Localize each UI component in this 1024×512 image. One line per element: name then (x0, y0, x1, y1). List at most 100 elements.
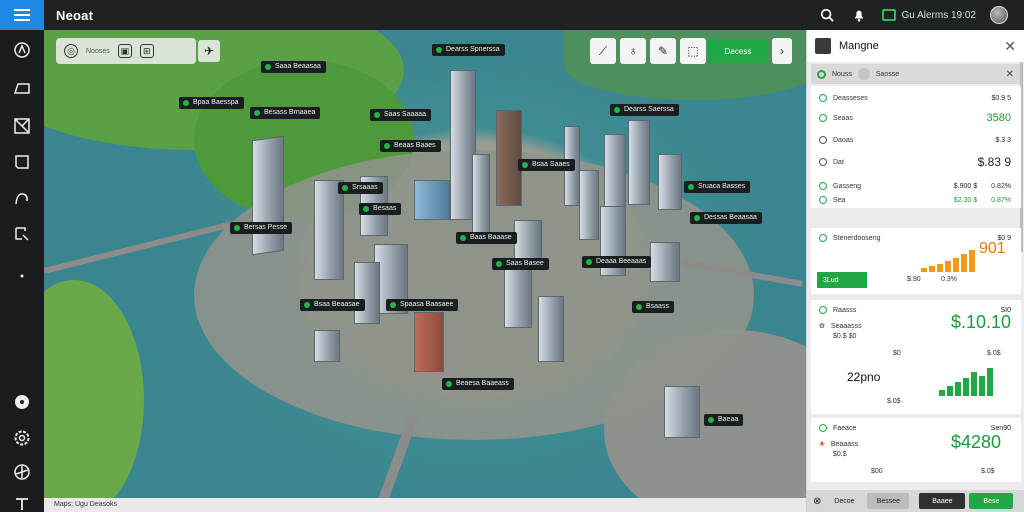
map-label[interactable]: Bsaa Beaasae (300, 299, 365, 311)
bottom-button[interactable]: Bessee (867, 493, 910, 509)
hamburger-menu-icon[interactable] (0, 0, 44, 30)
close-icon[interactable]: ✕ (1004, 38, 1016, 55)
measure-tool-icon[interactable]: ⟋ (590, 38, 616, 64)
compass-icon[interactable] (10, 38, 34, 62)
totals-label: Gasseng (833, 182, 862, 190)
layers-icon[interactable] (10, 76, 34, 100)
app-window: Neoat Gu Alerms 19:02 Dearss Spnerssa Sa… (0, 0, 1024, 512)
network-status-icon[interactable]: ⊗ (813, 496, 821, 507)
tower (414, 312, 444, 372)
metric-card-1: Raasss SI0 ✿ Seaaasss $0.$ $0 $.10.10 $0 $… (811, 300, 1021, 414)
map-primary-button[interactable]: Decess (708, 39, 768, 63)
clear-filter-icon[interactable]: ✕ (1006, 69, 1014, 80)
filter-status-icon (817, 69, 826, 79)
trend-bar (961, 254, 967, 272)
map-label[interactable]: Baeaa (704, 414, 744, 426)
tower (604, 134, 626, 214)
summary-value: $.3 3 (995, 136, 1011, 144)
metric-card-2: Faeace Sen90 ❀ Beaaass $0.$ $4280 $00 $.0$ (811, 418, 1021, 482)
map-label[interactable]: Bsaa Saaes (518, 159, 575, 171)
map-label[interactable]: Beaesa Baaeass (442, 378, 514, 390)
trend-small-b: 0.3% (941, 276, 957, 283)
panel-filter-row[interactable]: Nouss Saosse ✕ (811, 64, 1020, 84)
map-label[interactable]: Deaaa Beeaaas (582, 256, 652, 268)
trend-bar (937, 264, 943, 272)
map-label[interactable]: Saas Saaaaa (370, 109, 432, 121)
notifications-icon[interactable] (850, 6, 868, 24)
trend-card: Stenerdooseng $0 9 901 3Lud $.90 0.3% (811, 228, 1021, 294)
summary-row[interactable]: Deasseses $0.9 5 (819, 92, 1011, 104)
trend-bar (929, 266, 935, 272)
map-label[interactable]: Spaasa Baasaee (386, 299, 459, 311)
frame-select-icon[interactable]: ⊞ (139, 44, 154, 58)
map-label[interactable]: Bpaa Baesspa (179, 97, 244, 109)
summary-row[interactable]: Seaas 3580 (819, 112, 1011, 124)
map-label[interactable]: Baas Baaase (456, 232, 517, 244)
map-label[interactable]: Dearss Saerssa (610, 104, 679, 116)
settings-gear-icon[interactable] (10, 426, 34, 450)
metric-bar-chart (939, 366, 993, 396)
route-icon[interactable] (10, 186, 34, 210)
map-label[interactable]: Sruaca Basses (684, 181, 751, 193)
map-label[interactable]: Besaas (359, 203, 402, 215)
tower (472, 154, 490, 244)
trend-title: Stenerdooseng (833, 234, 881, 242)
map-label[interactable]: Saas Basee (492, 258, 549, 270)
land-southwest (44, 280, 144, 498)
network-icon[interactable] (10, 460, 34, 484)
status-indicator[interactable]: Gu Alerms 19:02 (881, 9, 976, 21)
totals-row[interactable]: Sea $2.30 $ 0.87% (819, 194, 1011, 206)
trend-green-label[interactable]: 3Lud (817, 272, 867, 288)
metric-title: Faeace (833, 424, 857, 432)
totals-row[interactable]: Gasseng $.900 $ 0.82% (819, 180, 1011, 192)
draw-tool-icon[interactable]: ✎ (650, 38, 676, 64)
metric-small-b: $.0$ (987, 350, 1001, 357)
city-map-view[interactable]: Dearss Spnerssa Saaa Beaasaa Bpaa Baessp… (44, 30, 806, 498)
summary-value: $0.9 5 (991, 94, 1011, 102)
trend-bar-chart (921, 248, 975, 272)
zoom-region-icon[interactable] (10, 222, 34, 246)
share-tool-icon[interactable]: ⬚ (680, 38, 706, 64)
map-label[interactable]: Dearss Spnerssa (432, 44, 505, 56)
record-icon[interactable] (10, 390, 34, 414)
map-label[interactable]: Bersas Pesse (230, 222, 293, 234)
metric-sub-value: $0.$ $0 (833, 332, 857, 340)
filter-chip-icon[interactable] (857, 68, 870, 80)
map-label[interactable]: Beaas Baaes (380, 140, 441, 152)
grid-map-icon[interactable] (10, 114, 34, 138)
map-label[interactable]: Bsaass (632, 301, 674, 313)
tower (504, 268, 532, 328)
more-tool-icon[interactable]: › (772, 38, 792, 64)
metric-small-c: $.0$ (887, 398, 901, 405)
bottom-primary-button[interactable]: Bese (969, 493, 1014, 509)
metric-icon (819, 306, 827, 314)
search-icon[interactable] (818, 6, 836, 24)
summary-value: 3580 (986, 112, 1011, 124)
summary-row[interactable]: Dat $.83 9 (819, 155, 1011, 169)
panel-thumbnail (815, 38, 831, 54)
frame-icon[interactable] (10, 150, 34, 174)
image-icon[interactable]: ▣ (117, 44, 132, 58)
map-label[interactable]: Srsaaas (338, 182, 383, 194)
dot-icon[interactable] (10, 264, 34, 288)
bottom-button[interactable]: Baaee (919, 493, 966, 509)
top-bar: Neoat Gu Alerms 19:02 (0, 0, 1024, 30)
tower (354, 262, 380, 324)
lasso-tool-icon[interactable]: ♁ (620, 38, 646, 64)
app-title: Neoat (56, 7, 94, 23)
trend-small-a: $.90 (907, 276, 921, 283)
summary-label: Dat (833, 158, 844, 166)
text-tool-icon[interactable] (10, 492, 34, 512)
tower (579, 170, 599, 240)
panel-header: Mangne ✕ (807, 30, 1024, 62)
map-label[interactable]: Dessas Beaasaa (690, 212, 762, 224)
bottom-button[interactable]: Decoe (825, 493, 863, 509)
map-label[interactable]: Saaa Beaasaa (261, 61, 326, 73)
pin-tool-icon[interactable]: ✈ (198, 40, 220, 62)
metric-small-a: $0 (893, 350, 901, 357)
summary-row[interactable]: Daoas $.3 3 (819, 134, 1011, 146)
summary-label: Seaas (833, 114, 853, 122)
globe-icon[interactable]: ◎ (64, 44, 78, 58)
map-label[interactable]: Besass Brnaaea (250, 107, 321, 119)
user-avatar[interactable] (990, 6, 1008, 24)
